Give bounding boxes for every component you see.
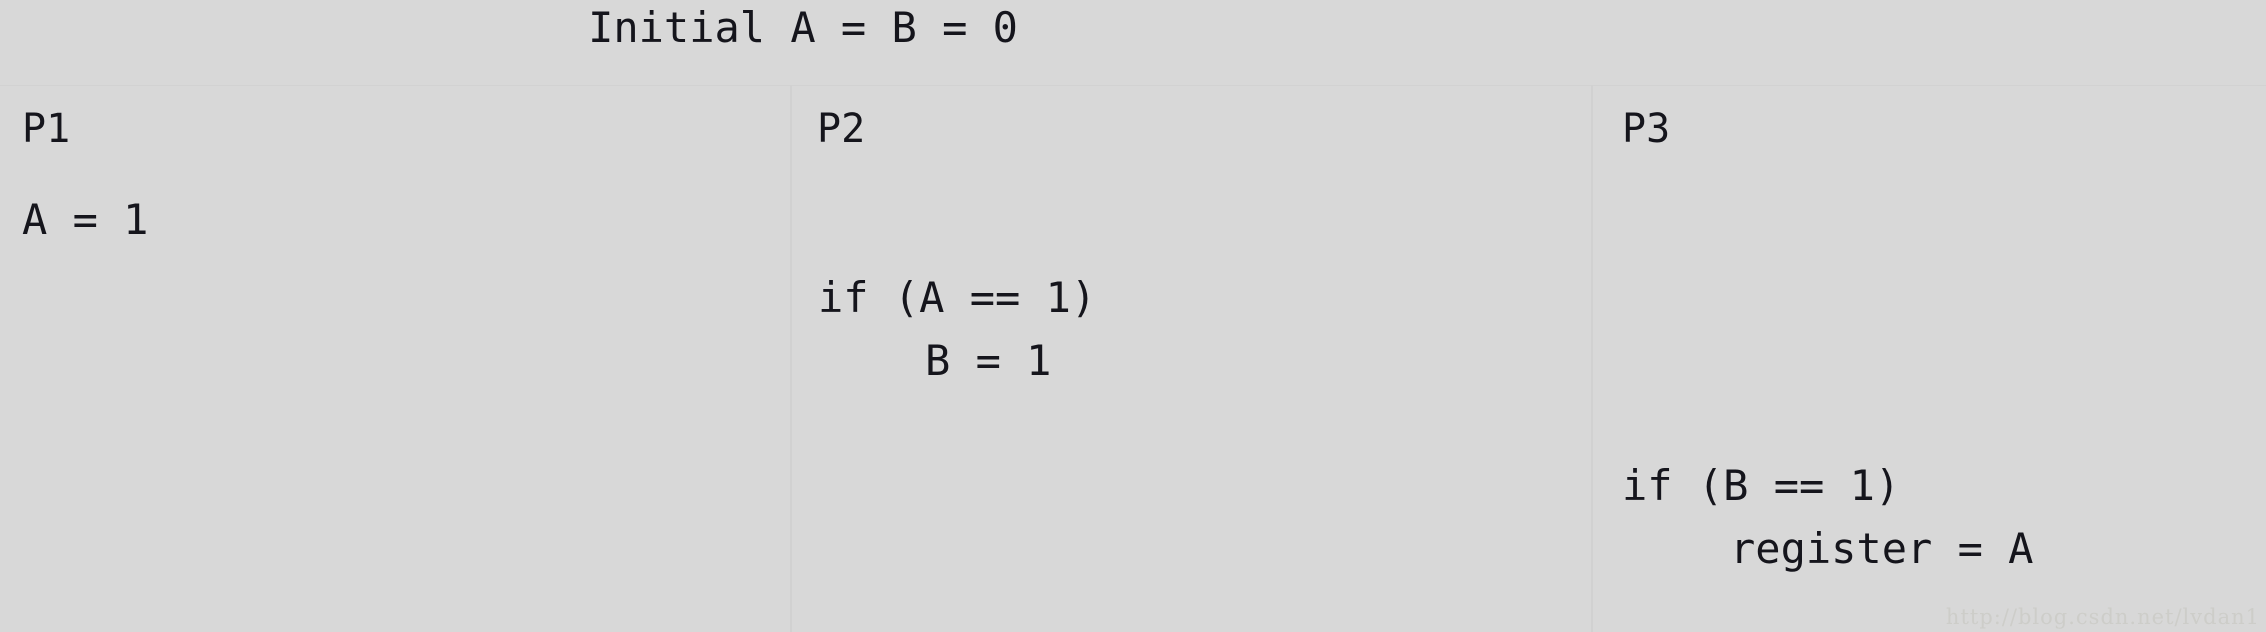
code-line-p3-0: if (B == 1) [1622,461,1901,510]
initial-condition-title: Initial A = B = 0 [0,2,2266,54]
watermark: http://blog.csdn.net/lvdan1 [1945,605,2260,629]
code-line-p3-1: register = A [1730,524,2034,573]
process-label-p2: P2 [817,106,866,152]
process-column-p1: P1 A = 1 [0,85,790,632]
process-label-p3: P3 [1622,106,1671,152]
process-label-p1: P1 [22,106,71,152]
process-column-p2: P2 if (A == 1) B = 1 [792,85,1591,632]
code-line-p2-0: if (A == 1) [818,273,1097,322]
code-line-p2-1: B = 1 [925,336,1052,385]
code-line-p1-0: A = 1 [22,195,149,244]
initial-condition-text: Initial A = B = 0 [588,3,1018,52]
process-column-p3: P3 if (B == 1) register = A [1593,85,2266,632]
litmus-test-figure: Initial A = B = 0 P1 A = 1 P2 if (A == 1… [0,0,2266,632]
